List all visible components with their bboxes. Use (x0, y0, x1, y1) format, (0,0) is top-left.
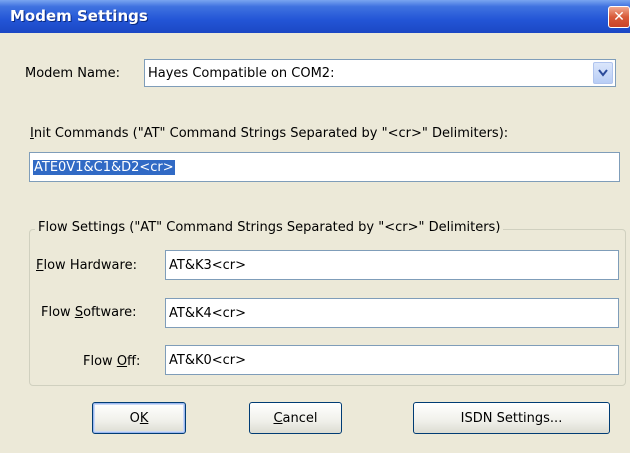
ok-button[interactable]: OK (92, 402, 186, 434)
flow-off-input[interactable]: AT&K0<cr> (165, 345, 619, 375)
init-commands-input[interactable]: ATE0V1&C1&D2<cr> (29, 152, 620, 182)
flow-software-input[interactable]: AT&K4<cr> (165, 298, 619, 328)
close-icon: ✕ (613, 9, 625, 25)
chevron-down-icon (598, 69, 608, 77)
flow-off-label: Flow Off: (83, 354, 141, 369)
isdn-settings-button-label: ISDN Settings... (460, 410, 563, 426)
window-title: Modem Settings (10, 7, 148, 25)
flow-software-label: Flow Software: (41, 305, 137, 320)
cancel-button-label: Cancel (273, 410, 318, 426)
flow-hardware-input[interactable]: AT&K3<cr> (165, 250, 619, 280)
dropdown-button[interactable] (593, 62, 613, 84)
close-button[interactable]: ✕ (608, 6, 630, 28)
flow-hardware-value: AT&K3<cr> (169, 257, 247, 273)
modem-name-combobox[interactable]: Hayes Compatible on COM2: (144, 59, 616, 87)
isdn-settings-button[interactable]: ISDN Settings... (413, 402, 610, 434)
flow-software-value: AT&K4<cr> (169, 305, 247, 321)
ok-button-label: OK (129, 410, 149, 426)
modem-name-value: Hayes Compatible on COM2: (148, 65, 335, 81)
modem-name-label: Modem Name: (25, 66, 120, 81)
title-bar[interactable]: Modem Settings ✕ (0, 0, 630, 33)
init-commands-value: ATE0V1&C1&D2<cr> (33, 159, 175, 175)
flow-hardware-label: Flow Hardware: (36, 258, 137, 273)
flow-settings-legend: Flow Settings ("AT" Command Strings Sepa… (35, 220, 504, 235)
cancel-button[interactable]: Cancel (249, 402, 342, 434)
flow-off-value: AT&K0<cr> (169, 352, 247, 368)
modem-settings-dialog: Modem Settings ✕ Modem Name: Hayes Compa… (0, 0, 630, 453)
init-commands-label: Init Commands ("AT" Command Strings Sepa… (30, 126, 509, 141)
